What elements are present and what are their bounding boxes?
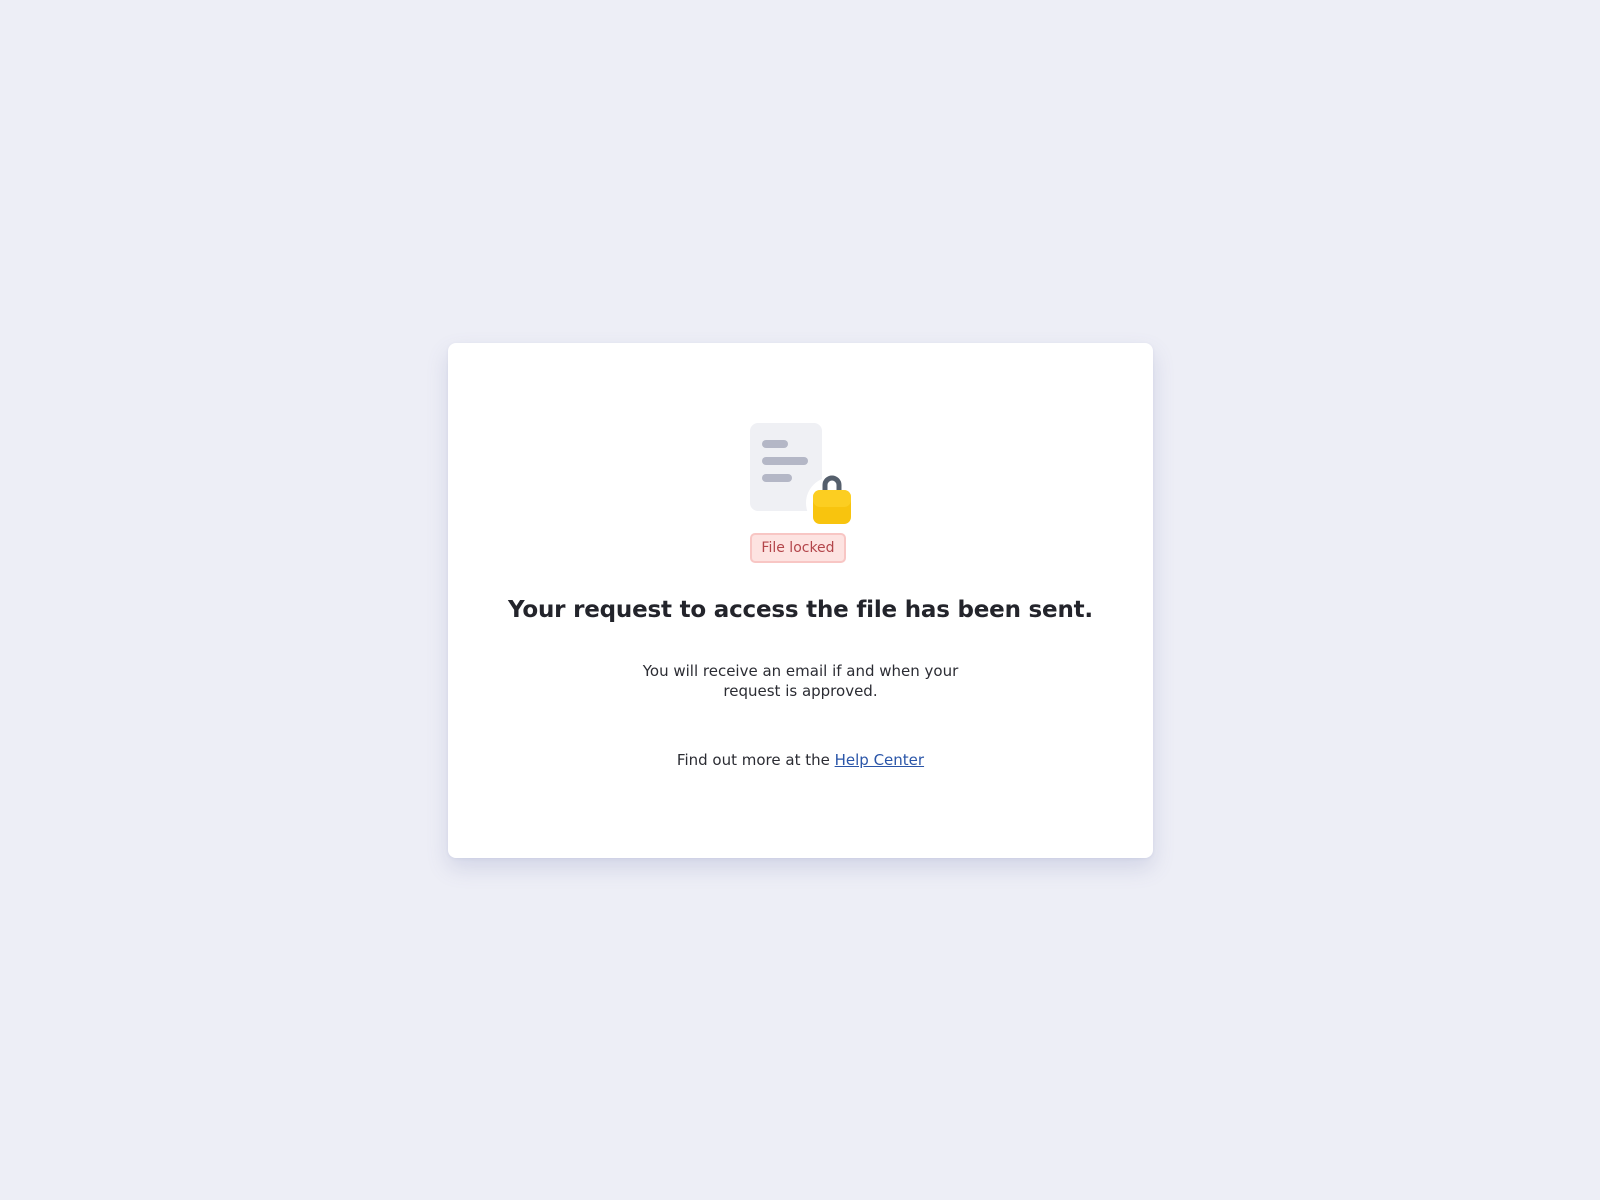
help-text: Find out more at the Help Center	[448, 751, 1153, 769]
locked-file-illustration	[750, 423, 854, 527]
help-prefix: Find out more at the	[676, 751, 835, 769]
page-title: Your request to access the file has been…	[508, 597, 1093, 623]
approval-message: You will receive an email if and when yo…	[642, 662, 959, 700]
locked-file-svg	[750, 423, 854, 527]
file-locked-badge: File locked	[750, 533, 846, 563]
help-center-link[interactable]: Help Center	[835, 751, 924, 769]
request-sent-card: File locked Your request to access the f…	[448, 343, 1153, 858]
